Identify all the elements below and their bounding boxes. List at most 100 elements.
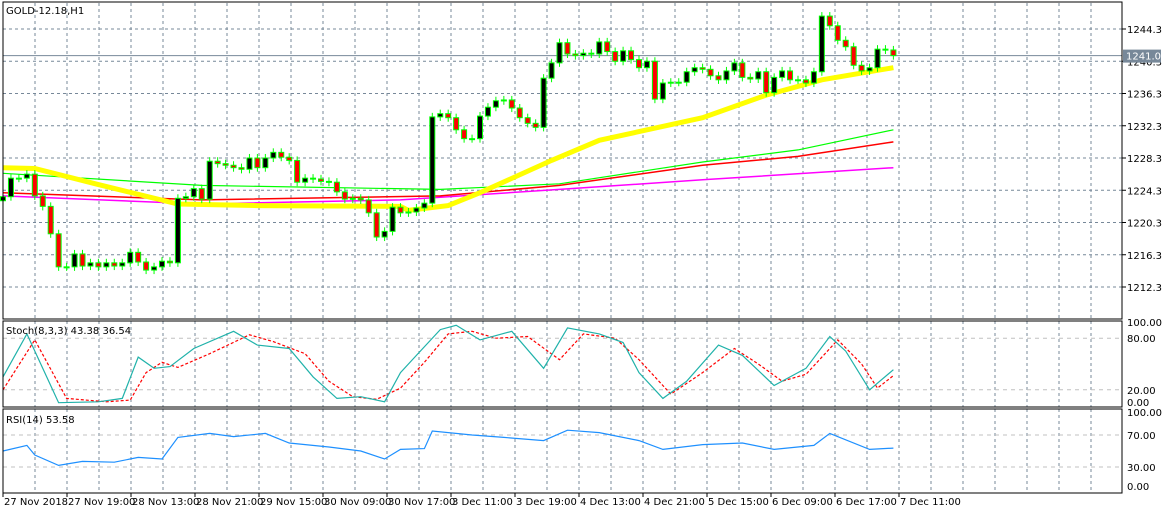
- stoch-panel[interactable]: [2, 320, 1123, 408]
- candle-body: [755, 71, 762, 80]
- candle: [246, 153, 253, 174]
- candle-body: [532, 122, 539, 128]
- candle-body: [389, 206, 396, 232]
- candle-body: [707, 68, 714, 77]
- chart-canvas[interactable]: GOLD-12.18,H1 Stoch(8,3,3) 43.38 36.54 R…: [0, 0, 1170, 513]
- candle-body: [278, 151, 285, 158]
- current-price-tag: 1241.0: [1123, 49, 1161, 63]
- candle-body: [166, 260, 173, 264]
- candle: [63, 262, 70, 271]
- candle-body: [556, 42, 563, 64]
- candle-body: [651, 60, 658, 100]
- candle-body: [596, 41, 603, 55]
- candle-body: [540, 77, 547, 128]
- candle-body: [79, 253, 86, 267]
- candle-body: [508, 99, 515, 109]
- candle: [174, 194, 181, 267]
- candle: [818, 12, 825, 76]
- candle: [604, 37, 611, 56]
- candle: [325, 177, 332, 187]
- candle: [477, 112, 483, 143]
- candle: [779, 66, 786, 82]
- candle: [874, 45, 881, 72]
- candle: [71, 249, 78, 271]
- candle-body: [246, 157, 253, 170]
- candle-body: [270, 151, 277, 159]
- candle-body: [349, 197, 356, 200]
- time-axis-label: 30 Nov 09:00: [324, 497, 391, 508]
- axes: 1244.31240.31236.31232.31228.31224.31220…: [2, 25, 1162, 508]
- time-axis-label: 4 Dec 21:00: [644, 497, 705, 508]
- candle-body: [866, 67, 873, 72]
- candle: [310, 174, 317, 183]
- candle: [723, 66, 730, 84]
- candle-body: [604, 41, 611, 53]
- candle-body: [302, 177, 309, 183]
- candle-body: [659, 82, 666, 100]
- indicator-axis-label: 100.00: [1127, 318, 1162, 329]
- candle: [651, 57, 658, 104]
- candle-body: [882, 48, 889, 51]
- rsi-line: [2, 429, 894, 467]
- candle-body: [294, 159, 301, 183]
- candle-body: [103, 262, 110, 268]
- candle: [302, 174, 309, 187]
- candle-body: [230, 164, 237, 169]
- candle-body: [763, 71, 770, 94]
- price-axis-label: 1236.3: [1127, 90, 1162, 101]
- candle-body: [588, 52, 595, 55]
- rsi-panel[interactable]: [2, 408, 1123, 494]
- rsi-title: RSI(14) 53.58: [6, 415, 75, 426]
- candle: [675, 78, 682, 87]
- candle-body: [262, 157, 269, 169]
- candle-body: [810, 71, 817, 84]
- candle-body: [95, 262, 102, 268]
- candle: [31, 170, 38, 200]
- symbol-label: GOLD-12.18,H1: [6, 6, 84, 17]
- candle-body: [87, 262, 94, 267]
- candle-body: [63, 266, 70, 269]
- candle: [763, 67, 770, 97]
- time-axis-label: 3 Dec 19:00: [516, 497, 577, 508]
- candle-body: [238, 167, 245, 170]
- candle: [119, 258, 126, 271]
- candle-body: [612, 51, 619, 62]
- candle-body: [55, 233, 62, 268]
- candle-body: [723, 70, 730, 81]
- time-axis-label: 6 Dec 17:00: [836, 497, 897, 508]
- candle: [492, 96, 499, 112]
- candle-body: [333, 181, 340, 193]
- time-axis-label: 4 Dec 13:00: [580, 497, 641, 508]
- candle: [548, 58, 555, 83]
- candle: [500, 95, 507, 105]
- stoch-signal-line: [2, 330, 894, 403]
- candle: [508, 95, 515, 113]
- candle-body: [564, 42, 571, 55]
- candle-body: [325, 180, 332, 183]
- candle-body: [826, 15, 833, 27]
- time-axis-label: 28 Nov 21:00: [196, 497, 263, 508]
- price-axis-label: 1216.3: [1127, 251, 1162, 262]
- candle-body: [190, 188, 197, 198]
- candle: [683, 67, 690, 87]
- time-axis-label: 29 Nov 15:00: [260, 497, 327, 508]
- candle-body: [818, 15, 825, 73]
- candle: [381, 227, 388, 242]
- candle: [79, 249, 86, 271]
- candle-body: [111, 262, 118, 267]
- panel-frames: [2, 1, 1123, 494]
- time-axis-label: 5 Dec 15:00: [708, 497, 769, 508]
- candle: [826, 12, 833, 30]
- candle-body: [858, 64, 865, 72]
- candle-body: [198, 188, 205, 200]
- candle: [445, 109, 452, 122]
- candle: [699, 63, 706, 74]
- candle-body: [699, 67, 706, 70]
- candle-body: [7, 177, 14, 198]
- candle-body: [739, 62, 746, 78]
- candles: [0, 12, 897, 275]
- candle: [437, 109, 444, 121]
- candle-body: [39, 195, 46, 207]
- indicator-axis-label: 70.00: [1127, 431, 1156, 442]
- candle-body: [580, 52, 587, 57]
